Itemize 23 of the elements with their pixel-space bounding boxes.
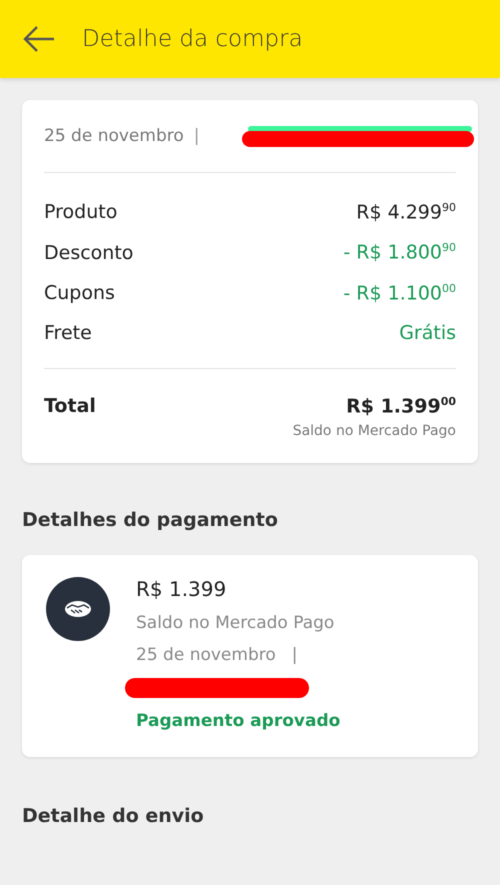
separator: | (292, 645, 298, 666)
payment-date: 25 de novembro (136, 645, 276, 666)
back-icon[interactable] (22, 25, 56, 53)
line-amount: - R$ 1.100$^{00}$ (343, 282, 456, 304)
handshake-icon (46, 577, 110, 642)
line-label: Desconto (44, 242, 134, 264)
section-title: Detalhe do envio (21, 805, 205, 828)
line-label: Frete (44, 322, 92, 344)
line-amount: Grátis (399, 322, 456, 344)
line-label: Produto (44, 201, 118, 224)
page-title: Detalhe da compra (82, 26, 303, 52)
line-amount: R$ 4.299$^{90}$ (356, 201, 456, 224)
payment-method: Saldo no Mercado Pago (292, 423, 456, 440)
separator: | (194, 126, 200, 146)
total-amount: R$ 1.399$^{00}$ (346, 394, 456, 418)
purchase-date: 25 de novembro (44, 126, 184, 146)
section-title: Detalhes do pagamento (21, 509, 279, 532)
payment-status: Pagamento aprovado (136, 711, 340, 732)
total-label: Total (44, 395, 96, 418)
line-amount: - R$ 1.800$^{90}$ (343, 241, 456, 264)
payment-amount: R$ 1.399 (136, 577, 228, 602)
payment-method: Saldo no Mercado Pago (136, 613, 336, 634)
line-label: Cupons (44, 282, 115, 304)
